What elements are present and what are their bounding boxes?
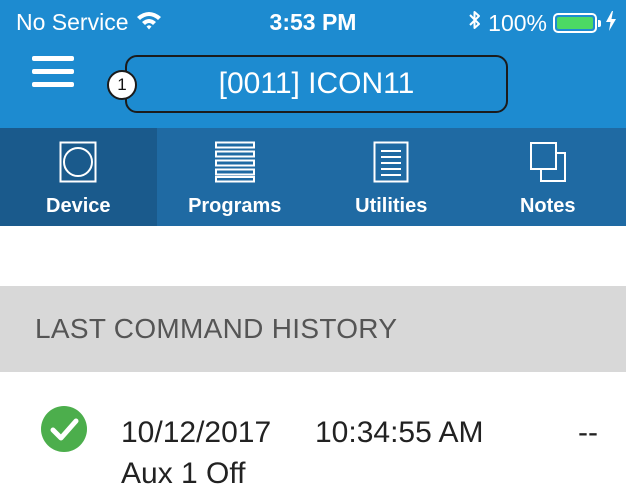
tab-label: Utilities [313, 195, 470, 218]
status-right: 100% [468, 9, 616, 37]
battery-percent: 100% [488, 10, 547, 37]
bluetooth-icon [468, 9, 482, 37]
device-icon [59, 141, 97, 188]
tab-utilities[interactable]: Utilities [313, 128, 470, 226]
tab-label: Programs [157, 195, 314, 218]
tab-bar: Device Programs Utilities [0, 128, 626, 226]
tab-label: Device [0, 195, 157, 218]
hamburger-menu-icon[interactable] [32, 54, 74, 90]
entry-time: 10:34:55 AM [315, 416, 483, 450]
section-title: LAST COMMAND HISTORY [35, 313, 397, 345]
nav-bar: [0011] ICON11 1 [0, 48, 626, 128]
check-circle-icon [41, 406, 87, 452]
charging-icon [606, 10, 616, 37]
entry-date: 10/12/2017 [121, 416, 271, 450]
last-command-history-header: LAST COMMAND HISTORY [0, 286, 626, 372]
notes-icon [529, 141, 567, 188]
history-list-item[interactable]: 10/12/2017 10:34:55 AM -- Aux 1 Off [0, 372, 626, 476]
battery-icon [553, 13, 597, 33]
status-bar: No Service 3:53 PM 100% [0, 0, 626, 48]
tab-programs[interactable]: Programs [157, 128, 314, 226]
tab-notes[interactable]: Notes [470, 128, 626, 226]
entry-detail: Aux 1 Off [121, 457, 246, 491]
device-title-button[interactable]: [0011] ICON11 [125, 55, 508, 113]
device-title: [0011] ICON11 [219, 67, 415, 101]
utilities-icon [373, 141, 409, 188]
battery-fill [557, 17, 593, 29]
entry-extra: -- [578, 416, 598, 450]
tab-device[interactable]: Device [0, 128, 157, 226]
callout-marker: 1 [107, 70, 137, 100]
tab-label: Notes [470, 195, 626, 218]
programs-icon [215, 141, 255, 188]
callout-number: 1 [117, 75, 126, 95]
